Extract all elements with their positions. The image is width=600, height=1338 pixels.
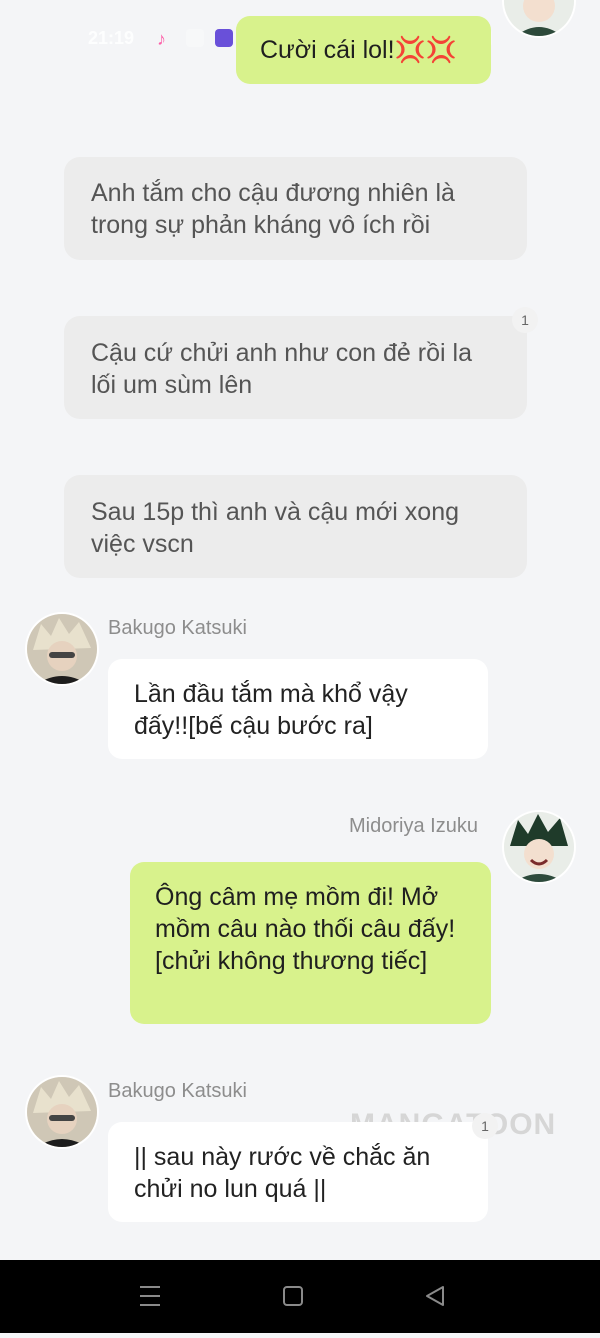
menu-icon: [140, 1286, 160, 1306]
sender-name: Midoriya Izuku: [349, 815, 478, 837]
chat-bubble-self[interactable]: Cười cái lol!💢💢: [236, 16, 491, 84]
comment-count-badge[interactable]: 1: [512, 307, 538, 333]
sender-name: Bakugo Katsuki: [108, 617, 247, 639]
sender-name: Bakugo Katsuki: [108, 1080, 247, 1102]
narration-box: Cậu cứ chửi anh như con đẻ rồi la lối um…: [64, 316, 527, 419]
narration-text: Cậu cứ chửi anh như con đẻ rồi la lối um…: [91, 339, 472, 399]
narration-box: Anh tắm cho cậu đương nhiên là trong sự …: [64, 157, 527, 260]
chat-bubble-other[interactable]: || sau này rước về chắc ăn chửi no lun q…: [108, 1122, 488, 1222]
narration-text: Anh tắm cho cậu đương nhiên là trong sự …: [91, 179, 455, 239]
navigation-bar: [0, 1260, 600, 1333]
menu-button[interactable]: [110, 1260, 190, 1333]
home-button[interactable]: [253, 1260, 333, 1333]
square-home-icon: [283, 1286, 303, 1306]
message-text: Ông câm mẹ mồm đi! Mở mồm câu nào thối c…: [155, 883, 456, 975]
status-time: 21:19: [88, 28, 135, 48]
chat-bubble-self[interactable]: Ông câm mẹ mồm đi! Mở mồm câu nào thối c…: [130, 862, 491, 1024]
avatar-bakugo[interactable]: [27, 614, 97, 684]
message-text: Lần đầu tắm mà khổ vậy đấy!![bế cậu bước…: [134, 680, 408, 740]
narration-text: Sau 15p thì anh và cậu mới xong việc vsc…: [91, 498, 460, 558]
game-icon: [215, 29, 233, 47]
triangle-back-icon: [426, 1286, 444, 1306]
message-text: Cười cái lol!💢💢: [260, 36, 457, 64]
message-icon: [186, 29, 204, 47]
message-text: || sau này rước về chắc ăn chửi no lun q…: [134, 1143, 431, 1203]
chat-bubble-other[interactable]: Lần đầu tắm mà khổ vậy đấy!![bế cậu bước…: [108, 659, 488, 759]
comment-count-badge[interactable]: 1: [472, 1113, 498, 1139]
back-button[interactable]: [395, 1260, 475, 1333]
avatar-bakugo[interactable]: [27, 1077, 97, 1147]
avatar-midoriya[interactable]: [504, 812, 574, 882]
narration-box: Sau 15p thì anh và cậu mới xong việc vsc…: [64, 475, 527, 578]
tiktok-icon: ♪: [157, 29, 166, 49]
